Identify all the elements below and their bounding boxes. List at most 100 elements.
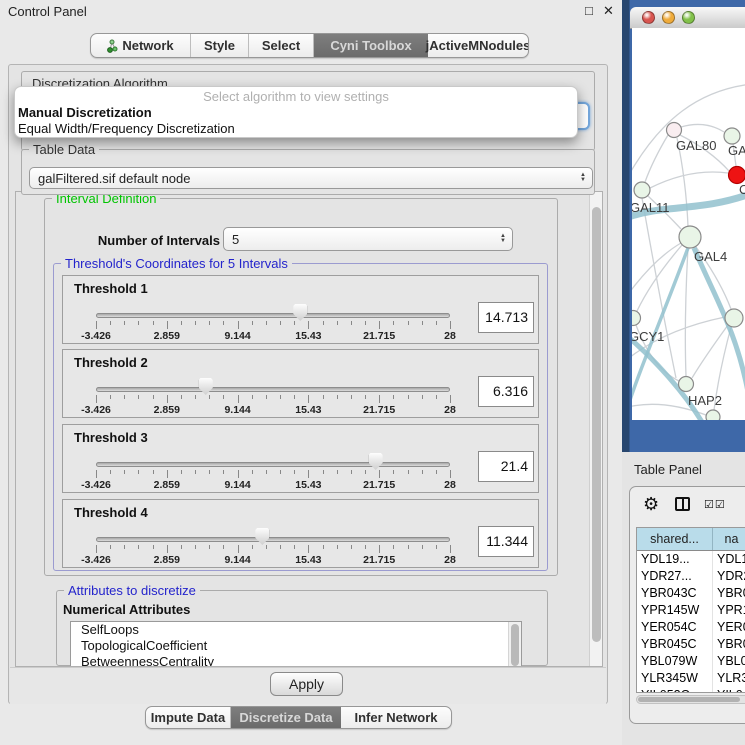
network-view[interactable]: GAL80GACGAL11GAL4GCY1HHAP2 xyxy=(632,28,745,420)
table-row[interactable]: YPR145WYPR1 xyxy=(637,602,745,619)
node-label: GAL4 xyxy=(694,249,727,264)
slider-tick-labels: -3.4262.8599.14415.4321.71528 xyxy=(96,479,450,491)
minimize-traffic-icon[interactable] xyxy=(662,11,675,24)
float-window-icon[interactable]: □ xyxy=(585,3,593,18)
apply-button[interactable]: Apply xyxy=(270,672,343,696)
close-icon[interactable]: ✕ xyxy=(603,3,614,19)
control-panel-titlebar: Control Panel □ ✕ xyxy=(0,0,618,22)
tab-cyni-toolbox[interactable]: Cyni Toolbox xyxy=(314,34,428,57)
network-node-hap2[interactable] xyxy=(679,377,694,392)
tab-jactivemnodules[interactable]: jActiveMNodules xyxy=(428,34,528,57)
table-row[interactable]: YLR345WYLR3 xyxy=(637,670,745,687)
table-row[interactable]: YBR045CYBR0 xyxy=(637,636,745,653)
node-label: HAP2 xyxy=(688,393,722,408)
table-row[interactable]: YER054CYER0 xyxy=(637,619,745,636)
slider-thumb[interactable] xyxy=(255,528,269,545)
apply-strip: Apply xyxy=(10,667,606,704)
panel-title: Control Panel xyxy=(8,4,87,19)
tab-infer-network[interactable]: Infer Network xyxy=(341,707,451,728)
table-cell: YDR2 xyxy=(713,568,745,585)
tab-label: Select xyxy=(262,38,300,53)
network-edge xyxy=(645,135,668,182)
checkbox-icons[interactable]: ☑☑ xyxy=(704,498,726,511)
network-node-ga[interactable] xyxy=(724,128,740,144)
table-row[interactable]: YDR27...YDR2 xyxy=(637,568,745,585)
numerical-attributes-list: SelfLoopsTopologicalCoefficientBetweenne… xyxy=(70,621,522,667)
column-header[interactable]: na xyxy=(713,528,745,550)
table-hscrollbar[interactable] xyxy=(636,695,745,704)
slider-thumb[interactable] xyxy=(293,304,307,321)
list-scrollbar[interactable] xyxy=(508,622,521,667)
control-panel-window: Control Panel □ ✕ Network Style Select Cyni… xyxy=(0,0,618,745)
dropdown-option-manual[interactable]: Manual Discretization xyxy=(15,105,577,121)
dropdown-option-equal-width[interactable]: Equal Width/Frequency Discretization xyxy=(15,121,577,137)
threshold-label: Threshold 2 xyxy=(74,355,148,370)
gear-icon[interactable]: ⚙ xyxy=(643,494,659,515)
tab-label: Discretize Data xyxy=(239,710,332,725)
attribute-item[interactable]: SelfLoops xyxy=(71,622,521,638)
slider-track[interactable] xyxy=(96,537,450,542)
slider-ticks xyxy=(96,470,450,479)
slider-thumb[interactable] xyxy=(369,453,383,470)
top-tab-bar: Network Style Select Cyni ToolboxjActiveMNo… xyxy=(90,33,529,58)
network-node-gal11[interactable] xyxy=(634,182,650,198)
table-data-group: Table Data galFiltered.sif default node … xyxy=(21,149,595,195)
network-node-c[interactable] xyxy=(729,167,745,184)
number-of-intervals-label: Number of Intervals xyxy=(90,233,220,248)
node-label: GAL80 xyxy=(676,138,716,153)
table-header-row: shared...na xyxy=(637,528,745,551)
thresholds-group: Threshold's Coordinates for 5 Intervals … xyxy=(53,263,548,571)
attribute-item[interactable]: TopologicalCoefficient xyxy=(71,638,521,654)
network-edge xyxy=(632,243,681,300)
attribute-item[interactable]: BetweennessCentrality xyxy=(71,654,521,667)
column-header[interactable]: shared... xyxy=(637,528,713,550)
table-row[interactable]: YBL079WYBL0 xyxy=(637,653,745,670)
threshold-value-input[interactable]: 21.4 xyxy=(478,451,534,482)
table-cell: YDL19... xyxy=(637,551,713,568)
columns-icon[interactable] xyxy=(675,497,690,511)
slider-track[interactable] xyxy=(96,313,450,318)
node-label: GAL11 xyxy=(632,200,670,215)
table-data-combobox[interactable]: galFiltered.sif default node ▲▼ xyxy=(29,167,593,189)
threshold-panel-2: Threshold 2 -3.4262.8599.14415.4321.71528… xyxy=(62,349,539,418)
table-cell: YIL052C xyxy=(637,687,713,693)
network-node-h[interactable] xyxy=(725,309,743,327)
tab-label: Impute Data xyxy=(151,710,225,725)
threshold-value-input[interactable]: 14.713 xyxy=(478,302,534,333)
network-node[interactable] xyxy=(706,410,720,420)
network-window-titlebar[interactable] xyxy=(630,7,745,29)
close-traffic-icon[interactable] xyxy=(642,11,655,24)
table-row[interactable]: YDL19...YDL1 xyxy=(637,551,745,568)
tab-discretize-data[interactable]: Discretize Data xyxy=(231,707,341,728)
slider-thumb[interactable] xyxy=(199,378,213,395)
settings-scrollbar[interactable] xyxy=(589,192,603,666)
zoom-traffic-icon[interactable] xyxy=(682,11,695,24)
slider-track[interactable] xyxy=(96,387,450,392)
table-cell: YIL0 xyxy=(713,687,745,693)
threshold-value-input[interactable]: 6.316 xyxy=(478,376,534,407)
number-of-intervals-spinner[interactable]: 5 ▲▼ xyxy=(223,227,513,251)
slider-track[interactable] xyxy=(96,462,450,467)
network-edge xyxy=(692,325,728,378)
table-data-value: galFiltered.sif default node xyxy=(38,171,190,186)
table-cell: YBL0 xyxy=(713,653,745,670)
network-edge xyxy=(685,248,688,376)
table-row[interactable]: YBR043CYBR0 xyxy=(637,585,745,602)
node-label: GCY1 xyxy=(632,329,664,344)
network-node-gcy1[interactable] xyxy=(632,311,641,326)
group-title: Table Data xyxy=(29,142,99,157)
tab-impute-data[interactable]: Impute Data xyxy=(146,707,231,728)
threshold-panel-1: Threshold 1-3.4262.8599.14415.4321.71528… xyxy=(62,275,539,344)
network-node-gal4[interactable] xyxy=(679,226,701,248)
intervals-value: 5 xyxy=(232,232,239,247)
tab-label: Network xyxy=(122,38,173,53)
table-row[interactable]: YIL052CYIL0 xyxy=(637,687,745,693)
network-node-gal80[interactable] xyxy=(667,123,682,138)
tab-select[interactable]: Select xyxy=(249,34,314,57)
tab-style[interactable]: Style xyxy=(191,34,249,57)
slider-tick-labels: -3.4262.8599.14415.4321.71528 xyxy=(96,404,450,416)
tab-network[interactable]: Network xyxy=(91,34,191,57)
threshold-value-input[interactable]: 11.344 xyxy=(478,526,534,557)
bottom-tab-bar: Impute Data Discretize Data Infer Network xyxy=(145,706,452,729)
tab-label: Style xyxy=(204,38,235,53)
